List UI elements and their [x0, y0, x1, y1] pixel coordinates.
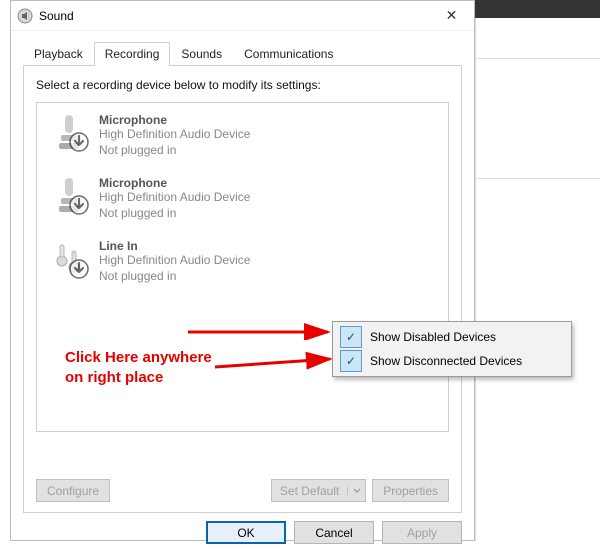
unplugged-badge-icon — [69, 195, 89, 215]
window-title: Sound — [39, 9, 74, 23]
device-text: Line In High Definition Audio Device Not… — [93, 239, 250, 284]
annotation-line2: on right place — [65, 368, 212, 388]
device-name: Line In — [99, 239, 250, 253]
line-in-icon — [45, 239, 93, 284]
ctx-show-disconnected[interactable]: ✓ Show Disconnected Devices — [336, 349, 568, 373]
tab-sounds[interactable]: Sounds — [170, 42, 233, 66]
device-status: Not plugged in — [99, 206, 250, 222]
close-icon: ✕ — [446, 7, 458, 24]
device-desc: High Definition Audio Device — [99, 190, 250, 206]
recording-panel: Select a recording device below to modif… — [23, 65, 462, 513]
instruction-text: Select a recording device below to modif… — [36, 78, 449, 92]
device-item[interactable]: Microphone High Definition Audio Device … — [43, 107, 442, 170]
device-name: Microphone — [99, 176, 250, 190]
annotation-text: Click Here anywhere on right place — [65, 348, 212, 387]
titlebar[interactable]: Sound ✕ — [11, 1, 474, 31]
unplugged-badge-icon — [69, 259, 89, 279]
context-menu: ✓ Show Disabled Devices ✓ Show Disconnec… — [332, 321, 572, 377]
properties-button[interactable]: Properties — [372, 479, 449, 502]
tab-recording[interactable]: Recording — [94, 42, 171, 66]
device-text: Microphone High Definition Audio Device … — [93, 113, 250, 158]
unplugged-badge-icon — [69, 132, 89, 152]
device-desc: High Definition Audio Device — [99, 253, 250, 269]
tab-playback[interactable]: Playback — [23, 42, 94, 66]
set-default-label: Set Default — [272, 484, 347, 498]
microphone-icon — [45, 176, 93, 221]
device-item[interactable]: Line In High Definition Audio Device Not… — [43, 233, 442, 296]
sound-icon — [17, 8, 33, 24]
annotation-line1: Click Here anywhere — [65, 348, 212, 368]
set-default-button[interactable]: Set Default — [271, 479, 366, 502]
device-item[interactable]: Microphone High Definition Audio Device … — [43, 170, 442, 233]
background-side-panel — [475, 18, 600, 541]
chevron-down-icon[interactable] — [347, 487, 365, 495]
microphone-icon — [45, 113, 93, 158]
background-dark-strip — [475, 0, 600, 18]
check-icon: ✓ — [340, 326, 362, 348]
ctx-label: Show Disconnected Devices — [370, 354, 522, 368]
tab-communications[interactable]: Communications — [233, 42, 344, 66]
sound-window: Sound ✕ Playback Recording Sounds Commun… — [10, 0, 475, 541]
device-text: Microphone High Definition Audio Device … — [93, 176, 250, 221]
dialog-buttons: OK Cancel Apply — [11, 513, 474, 552]
device-name: Microphone — [99, 113, 250, 127]
panel-button-row: Configure Set Default Properties — [36, 479, 449, 502]
check-icon: ✓ — [340, 350, 362, 372]
device-desc: High Definition Audio Device — [99, 127, 250, 143]
device-status: Not plugged in — [99, 269, 250, 285]
device-status: Not plugged in — [99, 143, 250, 159]
configure-button[interactable]: Configure — [36, 479, 110, 502]
ctx-show-disabled[interactable]: ✓ Show Disabled Devices — [336, 325, 568, 349]
ctx-label: Show Disabled Devices — [370, 330, 496, 344]
device-list[interactable]: Microphone High Definition Audio Device … — [36, 102, 449, 432]
spacer — [116, 479, 265, 502]
tab-strip: Playback Recording Sounds Communications — [11, 31, 474, 65]
close-button[interactable]: ✕ — [429, 1, 474, 31]
